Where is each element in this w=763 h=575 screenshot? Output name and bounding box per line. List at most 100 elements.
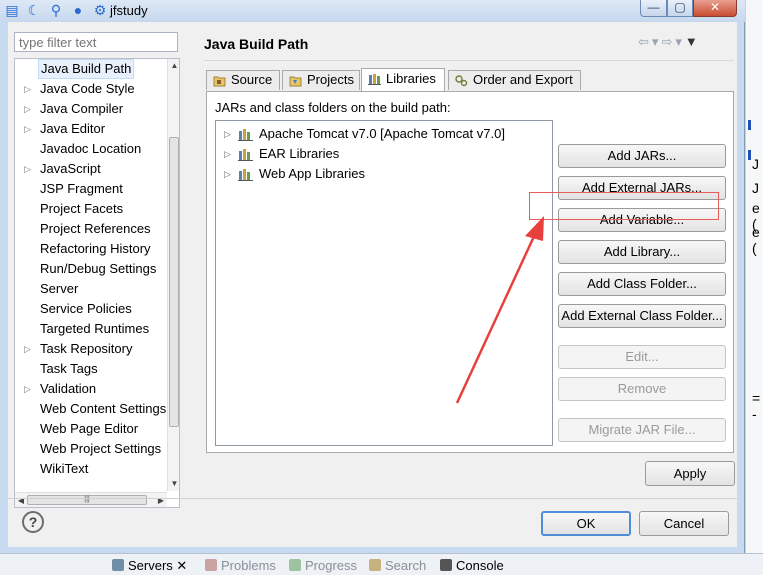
- scroll-left-icon[interactable]: ◀: [15, 493, 27, 507]
- tree-item-service-policies[interactable]: Service Policies: [15, 299, 165, 319]
- servers-icon: [112, 559, 124, 571]
- tree-item-javascript[interactable]: ▷ JavaScript: [15, 159, 165, 179]
- tree-item-project-references[interactable]: Project References: [15, 219, 165, 239]
- tree-item-java-code-style[interactable]: ▷ Java Code Style: [15, 79, 165, 99]
- background-view-tabs: Servers ✕ Problems Progress Search Conso…: [0, 553, 763, 575]
- add-library-button[interactable]: Add Library...: [558, 240, 726, 264]
- scroll-thumb[interactable]: [169, 137, 179, 427]
- tab-order-and-export[interactable]: Order and Export: [448, 70, 581, 90]
- settings-icon[interactable]: ⚲: [48, 2, 64, 18]
- add-variable-button[interactable]: Add Variable...: [558, 208, 726, 232]
- gear-icon[interactable]: ⚙: [92, 2, 108, 18]
- scroll-up-icon[interactable]: ▲: [168, 59, 179, 73]
- tree-item-project-facets[interactable]: Project Facets: [15, 199, 165, 219]
- scroll-right-icon[interactable]: ▶: [155, 493, 167, 507]
- back-icon[interactable]: ⇦: [638, 34, 652, 49]
- close-button[interactable]: ✕: [693, 0, 737, 17]
- expand-icon[interactable]: ▷: [224, 144, 231, 164]
- console-view-tab[interactable]: Console: [440, 558, 504, 573]
- cancel-button[interactable]: Cancel: [639, 511, 729, 536]
- background-editor-strip: J J e ( e ( = -: [745, 0, 763, 574]
- expand-icon[interactable]: ▷: [24, 379, 31, 399]
- filter-input[interactable]: [14, 32, 178, 52]
- projects-icon: [289, 76, 302, 87]
- properties-dialog: ▤ ☾ ⚲ ● ⚙ jfstudy — ▢ ✕ Java Build Path …: [0, 0, 745, 553]
- tree-item-run-debug-settings[interactable]: Run/Debug Settings: [15, 259, 165, 279]
- migrate-jar-button[interactable]: Migrate JAR File...: [558, 418, 726, 442]
- problems-icon: [205, 559, 217, 571]
- tree-item-jsp-fragment[interactable]: JSP Fragment: [15, 179, 165, 199]
- expand-icon[interactable]: ▷: [224, 124, 231, 144]
- servers-view-tab[interactable]: Servers ✕: [112, 558, 187, 574]
- order-export-icon: [455, 75, 468, 87]
- tree-horizontal-scrollbar[interactable]: ◀ ||| ▶: [15, 492, 167, 507]
- tree-item-java-build-path[interactable]: Java Build Path: [15, 59, 165, 79]
- tree-item-java-compiler[interactable]: ▷ Java Compiler: [15, 99, 165, 119]
- progress-view-tab[interactable]: Progress: [289, 558, 357, 573]
- tree-item-web-page-editor[interactable]: Web Page Editor: [15, 419, 165, 439]
- add-class-folder-button[interactable]: Add Class Folder...: [558, 272, 726, 296]
- progress-icon: [289, 559, 301, 571]
- editor-fragment: = -: [752, 390, 761, 422]
- user-icon[interactable]: ●: [70, 2, 86, 18]
- expand-icon[interactable]: ▷: [24, 159, 31, 179]
- apply-button[interactable]: Apply: [645, 461, 735, 486]
- minimize-button[interactable]: —: [640, 0, 667, 17]
- title-bar: ▤ ☾ ⚲ ● ⚙ jfstudy — ▢ ✕: [0, 0, 745, 22]
- tree-item-validation[interactable]: ▷ Validation: [15, 379, 165, 399]
- help-icon[interactable]: ?: [22, 511, 44, 533]
- tree-item-web-project-settings[interactable]: Web Project Settings: [15, 439, 165, 459]
- view-menu-icon[interactable]: ▼: [685, 34, 701, 49]
- tree-item-java-editor[interactable]: ▷ Java Editor: [15, 119, 165, 139]
- library-icon: [238, 149, 253, 161]
- expand-icon[interactable]: ▷: [224, 164, 231, 184]
- tree-item-server[interactable]: Server: [15, 279, 165, 299]
- expand-icon[interactable]: ▷: [24, 79, 31, 99]
- libraries-icon: [368, 74, 381, 85]
- document-icon[interactable]: ▤: [4, 2, 20, 18]
- search-view-tab[interactable]: Search: [369, 558, 426, 573]
- page-navigation: ⇦▾⇨▾▼: [638, 34, 701, 50]
- scroll-thumb[interactable]: |||: [27, 495, 147, 505]
- remove-button[interactable]: Remove: [558, 377, 726, 401]
- problems-view-tab[interactable]: Problems: [205, 558, 276, 573]
- tree-item-task-repository[interactable]: ▷ Task Repository: [15, 339, 165, 359]
- back-menu-icon[interactable]: ▾: [652, 34, 662, 49]
- tree-item-refactoring-history[interactable]: Refactoring History: [15, 239, 165, 259]
- tree-item-web-content-settings[interactable]: Web Content Settings: [15, 399, 166, 419]
- tab-projects[interactable]: Projects: [282, 70, 360, 90]
- tab-source[interactable]: Source: [206, 70, 280, 90]
- page-title: Java Build Path: [204, 36, 309, 52]
- expand-icon[interactable]: ▷: [24, 119, 31, 139]
- dialog-client: Java Build Path ▷Java Code Style ▷Java C…: [8, 22, 737, 547]
- libraries-list[interactable]: ▷ Apache Tomcat v7.0 [Apache Tomcat v7.0…: [215, 120, 553, 446]
- maximize-button[interactable]: ▢: [667, 0, 693, 17]
- libraries-caption: JARs and class folders on the build path…: [215, 100, 451, 115]
- add-external-jars-button[interactable]: Add External JARs...: [558, 176, 726, 200]
- search-icon: [369, 559, 381, 571]
- tree-vertical-scrollbar[interactable]: ▲ ▼: [167, 59, 179, 491]
- moon-icon[interactable]: ☾: [26, 2, 42, 18]
- editor-fragment: J: [752, 180, 759, 196]
- console-icon: [440, 559, 452, 571]
- scroll-down-icon[interactable]: ▼: [168, 477, 179, 491]
- edit-button[interactable]: Edit...: [558, 345, 726, 369]
- forward-menu-icon[interactable]: ▾: [675, 34, 685, 49]
- add-external-class-folder-button[interactable]: Add External Class Folder...: [558, 304, 726, 328]
- expand-icon[interactable]: ▷: [24, 99, 31, 119]
- ok-button[interactable]: OK: [541, 511, 631, 536]
- preference-tree: Java Build Path ▷ Java Code Style ▷ Java C…: [14, 58, 180, 508]
- library-icon: [238, 169, 253, 181]
- tree-item-task-tags[interactable]: Task Tags: [15, 359, 165, 379]
- expand-icon[interactable]: ▷: [24, 339, 31, 359]
- forward-icon[interactable]: ⇨: [661, 34, 675, 49]
- source-folder-icon: [213, 76, 226, 87]
- tab-libraries[interactable]: Libraries: [361, 68, 445, 91]
- libraries-tab-panel: JARs and class folders on the build path…: [206, 91, 734, 453]
- editor-fragment: J: [752, 156, 759, 172]
- tree-item-javadoc-location[interactable]: Javadoc Location: [15, 139, 165, 159]
- tree-item-targeted-runtimes[interactable]: Targeted Runtimes: [15, 319, 165, 339]
- tree-item-wikitext[interactable]: WikiText: [15, 459, 165, 479]
- add-jars-button[interactable]: Add JARs...: [558, 144, 726, 168]
- editor-fragment: e (: [752, 224, 760, 256]
